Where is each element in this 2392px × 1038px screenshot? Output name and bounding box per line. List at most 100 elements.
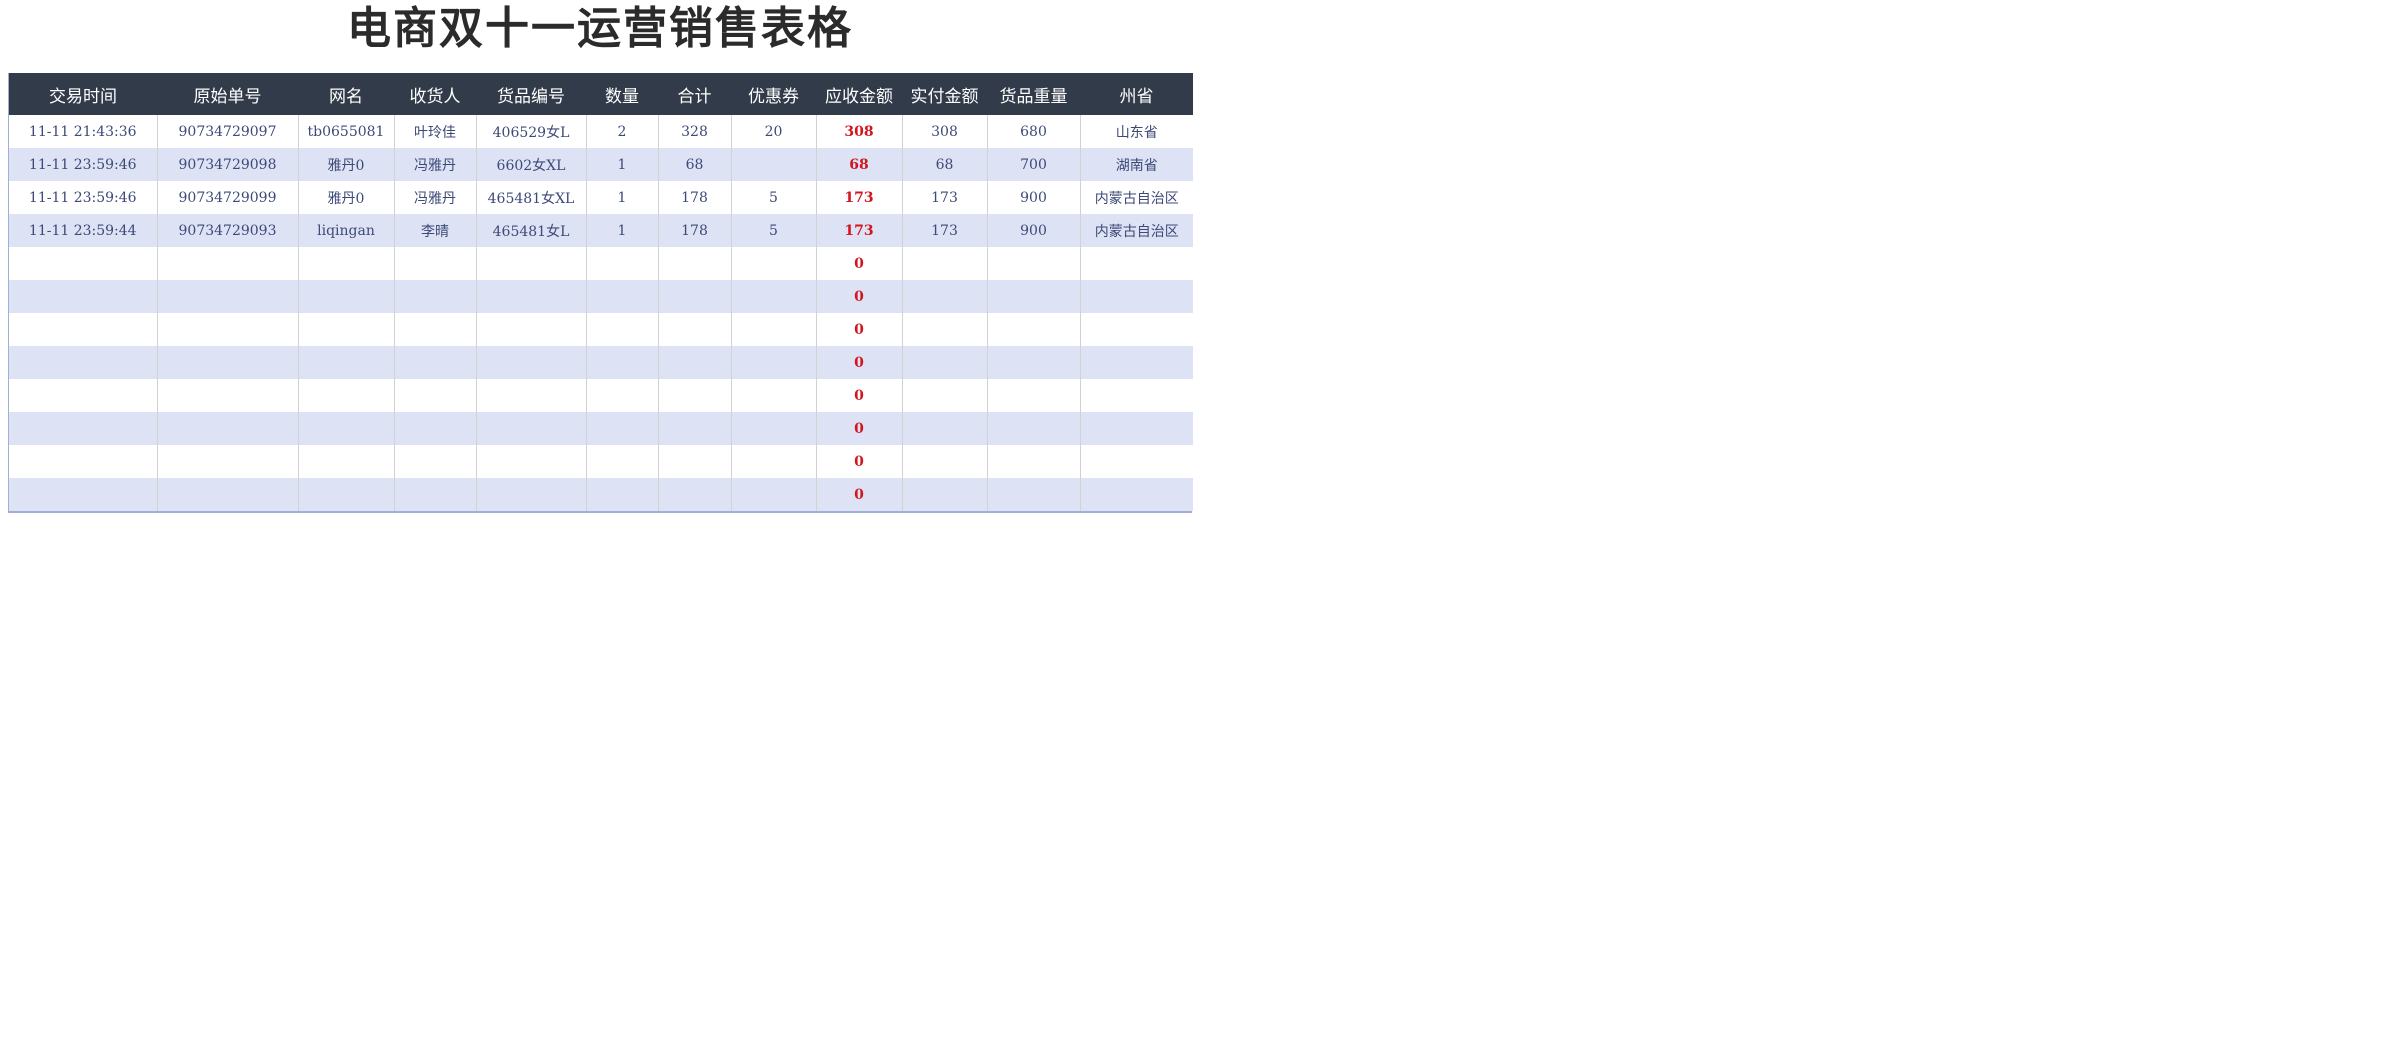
cell-quantity[interactable] xyxy=(586,379,659,412)
cell-weight[interactable]: 900 xyxy=(987,214,1081,247)
cell-order-no[interactable]: 90734729097 xyxy=(157,115,299,148)
cell-order-no[interactable] xyxy=(157,247,299,280)
cell-weight[interactable] xyxy=(987,445,1081,478)
cell-order-no[interactable] xyxy=(157,313,299,346)
cell-weight[interactable]: 700 xyxy=(987,148,1081,181)
cell-order-no[interactable] xyxy=(157,478,299,511)
cell-order-no[interactable] xyxy=(157,379,299,412)
cell-consignee[interactable]: 李晴 xyxy=(394,214,477,247)
cell-amount-paid[interactable] xyxy=(902,445,988,478)
cell-sku[interactable]: 465481女L xyxy=(476,214,587,247)
cell-total[interactable] xyxy=(658,478,732,511)
cell-amount-paid[interactable]: 68 xyxy=(902,148,988,181)
cell-total[interactable] xyxy=(658,247,732,280)
cell-sku[interactable] xyxy=(476,247,587,280)
cell-province[interactable] xyxy=(1080,280,1193,313)
cell-nickname[interactable] xyxy=(298,379,395,412)
cell-order-no[interactable] xyxy=(157,280,299,313)
cell-trade-time[interactable] xyxy=(9,445,158,478)
cell-sku[interactable] xyxy=(476,313,587,346)
cell-amount-due[interactable]: 173 xyxy=(816,214,903,247)
cell-order-no[interactable]: 90734729093 xyxy=(157,214,299,247)
cell-sku[interactable]: 465481女XL xyxy=(476,181,587,214)
cell-sku[interactable] xyxy=(476,280,587,313)
cell-consignee[interactable] xyxy=(394,346,477,379)
cell-amount-due[interactable]: 0 xyxy=(816,247,903,280)
cell-weight[interactable] xyxy=(987,313,1081,346)
cell-sku[interactable] xyxy=(476,445,587,478)
cell-consignee[interactable] xyxy=(394,313,477,346)
cell-amount-paid[interactable]: 308 xyxy=(902,115,988,148)
cell-trade-time[interactable]: 11-11 23:59:46 xyxy=(9,181,158,214)
cell-coupon[interactable] xyxy=(731,346,817,379)
cell-coupon[interactable] xyxy=(731,247,817,280)
cell-coupon[interactable] xyxy=(731,379,817,412)
cell-order-no[interactable] xyxy=(157,445,299,478)
cell-amount-due[interactable]: 0 xyxy=(816,280,903,313)
cell-trade-time[interactable] xyxy=(9,412,158,445)
cell-quantity[interactable] xyxy=(586,346,659,379)
cell-amount-paid[interactable] xyxy=(902,280,988,313)
cell-coupon[interactable]: 20 xyxy=(731,115,817,148)
cell-nickname[interactable] xyxy=(298,313,395,346)
cell-consignee[interactable] xyxy=(394,478,477,511)
cell-trade-time[interactable] xyxy=(9,247,158,280)
cell-province[interactable]: 湖南省 xyxy=(1080,148,1193,181)
cell-consignee[interactable] xyxy=(394,379,477,412)
cell-coupon[interactable] xyxy=(731,148,817,181)
cell-coupon[interactable] xyxy=(731,313,817,346)
cell-amount-paid[interactable] xyxy=(902,346,988,379)
cell-nickname[interactable] xyxy=(298,445,395,478)
cell-nickname[interactable]: 雅丹0 xyxy=(298,148,395,181)
cell-trade-time[interactable]: 11-11 23:59:44 xyxy=(9,214,158,247)
cell-weight[interactable]: 680 xyxy=(987,115,1081,148)
cell-province[interactable] xyxy=(1080,313,1193,346)
cell-sku[interactable] xyxy=(476,478,587,511)
cell-quantity[interactable] xyxy=(586,247,659,280)
cell-trade-time[interactable] xyxy=(9,346,158,379)
cell-nickname[interactable] xyxy=(298,280,395,313)
cell-trade-time[interactable]: 11-11 21:43:36 xyxy=(9,115,158,148)
cell-province[interactable]: 山东省 xyxy=(1080,115,1193,148)
cell-quantity[interactable]: 1 xyxy=(586,181,659,214)
cell-total[interactable] xyxy=(658,313,732,346)
cell-trade-time[interactable] xyxy=(9,379,158,412)
cell-province[interactable] xyxy=(1080,412,1193,445)
cell-sku[interactable] xyxy=(476,412,587,445)
cell-sku[interactable]: 406529女L xyxy=(476,115,587,148)
cell-amount-paid[interactable] xyxy=(902,313,988,346)
cell-total[interactable]: 68 xyxy=(658,148,732,181)
cell-weight[interactable] xyxy=(987,379,1081,412)
cell-consignee[interactable]: 冯雅丹 xyxy=(394,181,477,214)
cell-amount-paid[interactable] xyxy=(902,379,988,412)
cell-total[interactable] xyxy=(658,346,732,379)
cell-weight[interactable] xyxy=(987,478,1081,511)
cell-quantity[interactable] xyxy=(586,313,659,346)
cell-quantity[interactable]: 2 xyxy=(586,115,659,148)
cell-weight[interactable] xyxy=(987,280,1081,313)
cell-trade-time[interactable] xyxy=(9,313,158,346)
cell-quantity[interactable]: 1 xyxy=(586,148,659,181)
cell-nickname[interactable] xyxy=(298,478,395,511)
cell-trade-time[interactable] xyxy=(9,478,158,511)
cell-amount-due[interactable]: 308 xyxy=(816,115,903,148)
cell-consignee[interactable] xyxy=(394,280,477,313)
cell-order-no[interactable] xyxy=(157,412,299,445)
cell-trade-time[interactable] xyxy=(9,280,158,313)
cell-coupon[interactable] xyxy=(731,445,817,478)
cell-amount-paid[interactable] xyxy=(902,247,988,280)
cell-nickname[interactable] xyxy=(298,412,395,445)
cell-amount-due[interactable]: 0 xyxy=(816,346,903,379)
cell-quantity[interactable]: 1 xyxy=(586,214,659,247)
cell-consignee[interactable] xyxy=(394,412,477,445)
cell-quantity[interactable] xyxy=(586,445,659,478)
cell-province[interactable] xyxy=(1080,346,1193,379)
cell-coupon[interactable]: 5 xyxy=(731,214,817,247)
cell-amount-paid[interactable]: 173 xyxy=(902,181,988,214)
cell-province[interactable] xyxy=(1080,478,1193,511)
cell-province[interactable] xyxy=(1080,379,1193,412)
cell-sku[interactable] xyxy=(476,346,587,379)
cell-nickname[interactable]: 雅丹0 xyxy=(298,181,395,214)
cell-nickname[interactable] xyxy=(298,346,395,379)
cell-quantity[interactable] xyxy=(586,478,659,511)
